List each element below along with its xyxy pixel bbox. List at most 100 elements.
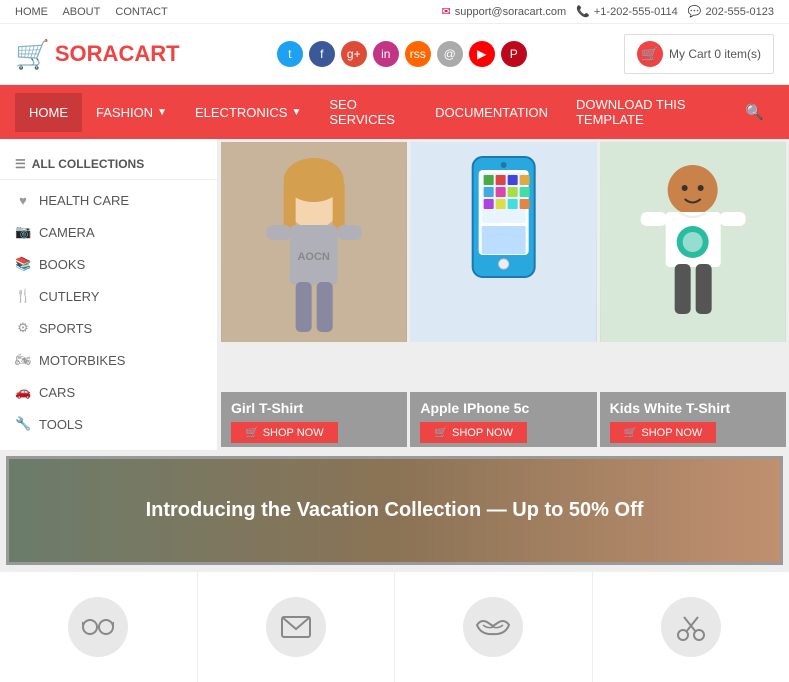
sidebar-item-cutlery[interactable]: 🍴 CUTLERY bbox=[0, 280, 217, 312]
sports-icon: ⚙ bbox=[15, 320, 31, 336]
sidebar-item-motorbikes[interactable]: 🏍 MOTORBIKES bbox=[0, 344, 217, 376]
facebook-icon[interactable]: f bbox=[309, 41, 335, 67]
twitter-icon[interactable]: t bbox=[277, 41, 303, 67]
hero-banners: AOCN Girl T-Shirt 🛒 SHOP NOW bbox=[218, 139, 789, 450]
site-header: 🛒 SORACART t f g+ in rss @ ▶ P 🛒 My Cart… bbox=[0, 24, 789, 85]
sidebar-label-camera: CAMERA bbox=[39, 225, 95, 240]
banner3-shop-label: SHOP NOW bbox=[641, 427, 702, 439]
banner1-title: Girl T-Shirt bbox=[231, 400, 397, 416]
pinterest-icon[interactable]: P bbox=[501, 41, 527, 67]
kids-tshirt-image bbox=[600, 142, 786, 342]
banner2-overlay: Apple IPhone 5c 🛒 SHOP NOW bbox=[410, 392, 596, 447]
sidebar: ☰ ALL COLLECTIONS ♥ HEALTH CARE 📷 CAMERA… bbox=[0, 139, 218, 450]
nav-item-fashion[interactable]: FASHION ▼ bbox=[82, 93, 181, 132]
banner-iphone[interactable]: Apple IPhone 5c 🛒 SHOP NOW bbox=[410, 142, 596, 447]
phone-icon: 📞 bbox=[576, 5, 590, 18]
shop-cart-icon: 🛒 bbox=[245, 426, 259, 439]
healthcare-icon: ♥ bbox=[15, 193, 31, 208]
sidebar-item-cars[interactable]: 🚗 CARS bbox=[0, 376, 217, 408]
envelope-icon-circle bbox=[266, 597, 326, 657]
cutlery-icon: 🍴 bbox=[15, 288, 31, 304]
lips-icon-circle bbox=[463, 597, 523, 657]
scissors-icon-circle bbox=[661, 597, 721, 657]
glasses-svg bbox=[82, 617, 114, 637]
cart-button[interactable]: 🛒 My Cart 0 item(s) bbox=[624, 34, 774, 74]
banner1-overlay: Girl T-Shirt 🛒 SHOP NOW bbox=[221, 392, 407, 447]
banner1-shop-button[interactable]: 🛒 SHOP NOW bbox=[231, 422, 338, 443]
bottom-icon-envelope[interactable] bbox=[198, 572, 396, 682]
sidebar-label-motorbikes: MOTORBIKES bbox=[39, 353, 125, 368]
banner1-shop-label: SHOP NOW bbox=[263, 427, 324, 439]
nav-item-home[interactable]: HOME bbox=[15, 93, 82, 132]
sidebar-item-books[interactable]: 📚 BOOKS bbox=[0, 248, 217, 280]
nav-home[interactable]: HOME bbox=[15, 6, 48, 18]
bottom-icon-glasses[interactable] bbox=[0, 572, 198, 682]
iphone-image bbox=[410, 142, 596, 342]
banner-kids-tshirt[interactable]: Kids White T-Shirt 🛒 SHOP NOW bbox=[600, 142, 786, 447]
banner2-shop-label: SHOP NOW bbox=[452, 427, 513, 439]
sidebar-label-sports: SPORTS bbox=[39, 321, 92, 336]
top-bar: HOME ABOUT CONTACT ✉ support@soracart.co… bbox=[0, 0, 789, 24]
scissors-svg bbox=[676, 613, 706, 641]
vacation-banner[interactable]: Introducing the Vacation Collection — Up… bbox=[6, 456, 783, 565]
camera-icon: 📷 bbox=[15, 224, 31, 240]
sidebar-item-sports[interactable]: ⚙ SPORTS bbox=[0, 312, 217, 344]
sidebar-label-cars: CARS bbox=[39, 385, 75, 400]
banner2-shop-button[interactable]: 🛒 SHOP NOW bbox=[420, 422, 527, 443]
nav-item-download[interactable]: DOWNLOAD THIS TEMPLATE bbox=[562, 85, 735, 139]
list-icon: ☰ bbox=[15, 157, 26, 171]
whatsapp-info: 💬 202-555-0123 bbox=[688, 5, 774, 18]
nav-item-seo[interactable]: SEO SERVICES bbox=[315, 85, 421, 139]
motorbikes-icon: 🏍 bbox=[15, 352, 31, 368]
cart-logo-icon: 🛒 bbox=[15, 38, 50, 71]
glasses-icon-circle bbox=[68, 597, 128, 657]
email-info: ✉ support@soracart.com bbox=[442, 5, 567, 18]
girl-tshirt-image: AOCN bbox=[221, 142, 407, 342]
cart-icon: 🛒 bbox=[637, 41, 663, 67]
lips-svg bbox=[475, 617, 511, 637]
banner3-overlay: Kids White T-Shirt 🛒 SHOP NOW bbox=[600, 392, 786, 447]
nav-contact[interactable]: CONTACT bbox=[115, 6, 167, 18]
nav-item-documentation[interactable]: DOCUMENTATION bbox=[421, 93, 562, 132]
bottom-icon-scissors[interactable] bbox=[593, 572, 789, 682]
nav-item-electronics[interactable]: ELECTRONICS ▼ bbox=[181, 93, 315, 132]
sidebar-label-books: BOOKS bbox=[39, 257, 85, 272]
bottom-icon-lips[interactable] bbox=[395, 572, 593, 682]
logo-plain: SORA bbox=[55, 41, 119, 66]
search-icon[interactable]: 🔍 bbox=[735, 91, 774, 133]
whatsapp-icon: 💬 bbox=[688, 5, 702, 18]
svg-text:AOCN: AOCN bbox=[297, 251, 329, 263]
sidebar-item-tools[interactable]: 🔧 TOOLS bbox=[0, 408, 217, 440]
shop3-cart-icon: 🛒 bbox=[624, 426, 638, 439]
gplus-icon[interactable]: g+ bbox=[341, 41, 367, 67]
logo-text: SORACART bbox=[55, 41, 180, 67]
electronics-dropdown-icon: ▼ bbox=[291, 107, 301, 118]
logo[interactable]: 🛒 SORACART bbox=[15, 38, 180, 71]
cars-icon: 🚗 bbox=[15, 384, 31, 400]
phone-info: 📞 +1-202-555-0114 bbox=[576, 5, 678, 18]
banner3-title: Kids White T-Shirt bbox=[610, 400, 776, 416]
email2-icon[interactable]: @ bbox=[437, 41, 463, 67]
top-contact-info: ✉ support@soracart.com 📞 +1-202-555-0114… bbox=[442, 5, 774, 18]
youtube-icon[interactable]: ▶ bbox=[469, 41, 495, 67]
instagram-icon[interactable]: in bbox=[373, 41, 399, 67]
bottom-categories-row bbox=[0, 571, 789, 682]
main-content: ☰ ALL COLLECTIONS ♥ HEALTH CARE 📷 CAMERA… bbox=[0, 139, 789, 450]
top-nav-links: HOME ABOUT CONTACT bbox=[15, 6, 180, 18]
social-icons-group: t f g+ in rss @ ▶ P bbox=[277, 41, 527, 67]
sidebar-item-camera[interactable]: 📷 CAMERA bbox=[0, 216, 217, 248]
sidebar-title: ALL COLLECTIONS bbox=[32, 157, 144, 171]
nav-about[interactable]: ABOUT bbox=[62, 6, 100, 18]
email-address: support@soracart.com bbox=[455, 6, 566, 18]
banner3-shop-button[interactable]: 🛒 SHOP NOW bbox=[610, 422, 717, 443]
email-icon: ✉ bbox=[442, 5, 451, 18]
banner2-title: Apple IPhone 5c bbox=[420, 400, 586, 416]
banner-girl-tshirt[interactable]: AOCN Girl T-Shirt 🛒 SHOP NOW bbox=[221, 142, 407, 447]
sidebar-header: ☰ ALL COLLECTIONS bbox=[0, 149, 217, 180]
sidebar-item-healthcare[interactable]: ♥ HEALTH CARE bbox=[0, 185, 217, 216]
fashion-dropdown-icon: ▼ bbox=[157, 107, 167, 118]
shop2-cart-icon: 🛒 bbox=[434, 426, 448, 439]
vacation-text: Introducing the Vacation Collection — Up… bbox=[146, 499, 644, 521]
logo-accent: CART bbox=[118, 41, 179, 66]
rss-icon[interactable]: rss bbox=[405, 41, 431, 67]
